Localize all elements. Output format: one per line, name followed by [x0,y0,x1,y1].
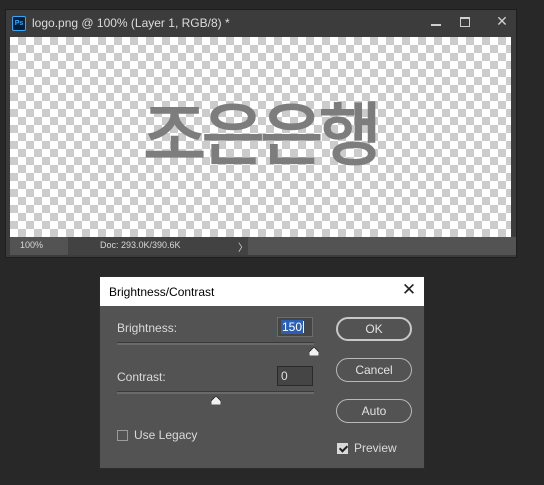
brightness-value: 150 [281,320,304,334]
contrast-value: 0 [281,369,288,383]
document-window: Ps logo.png @ 100% (Layer 1, RGB/8) * ✕ … [5,9,517,258]
minimize-button[interactable] [425,13,447,29]
close-icon: ✕ [496,13,508,29]
preview-checkbox[interactable] [337,443,348,454]
brightness-slider-track[interactable] [117,342,314,345]
brightness-contrast-dialog: Brightness/Contrast ✕ Brightness: 150 Co… [99,276,425,469]
auto-button[interactable]: Auto [336,399,412,423]
document-title: logo.png @ 100% (Layer 1, RGB/8) * [32,16,230,30]
use-legacy-label: Use Legacy [134,428,198,442]
brightness-slider-thumb[interactable] [309,347,319,356]
close-window-button[interactable]: ✕ [491,13,513,29]
image-canvas[interactable]: 조은은행 [10,37,511,237]
contrast-slider-track[interactable] [117,391,314,394]
maximize-button[interactable] [454,13,476,29]
photoshop-icon: Ps [12,16,26,31]
doc-size-text: Doc: 293.0K/390.6K [100,240,181,250]
contrast-slider-thumb[interactable] [210,396,221,405]
zoom-level[interactable]: 100% [20,240,43,250]
dialog-title: Brightness/Contrast [109,285,215,299]
close-icon[interactable]: ✕ [399,280,419,300]
text-caret [303,321,305,333]
document-titlebar[interactable]: Ps logo.png @ 100% (Layer 1, RGB/8) * ✕ [6,10,516,37]
cancel-button[interactable]: Cancel [336,358,412,382]
ok-button[interactable]: OK [336,317,412,341]
brightness-input[interactable]: 150 [277,317,313,337]
maximize-icon [460,17,470,27]
status-bar: 100% Doc: 293.0K/390.6K 〉 [10,237,516,255]
chevron-right-icon[interactable]: 〉 [238,239,248,254]
logo-text: 조은은행 [143,97,381,176]
contrast-label: Contrast: [117,370,166,384]
minimize-icon [431,24,441,26]
preview-label: Preview [354,441,397,455]
contrast-input[interactable]: 0 [277,366,313,386]
doc-info[interactable]: Doc: 293.0K/390.6K 〉 [68,237,248,255]
vertical-scrollbar[interactable] [511,37,516,237]
brightness-label: Brightness: [117,321,178,335]
dialog-titlebar[interactable]: Brightness/Contrast ✕ [100,277,424,306]
use-legacy-checkbox[interactable] [117,430,128,441]
